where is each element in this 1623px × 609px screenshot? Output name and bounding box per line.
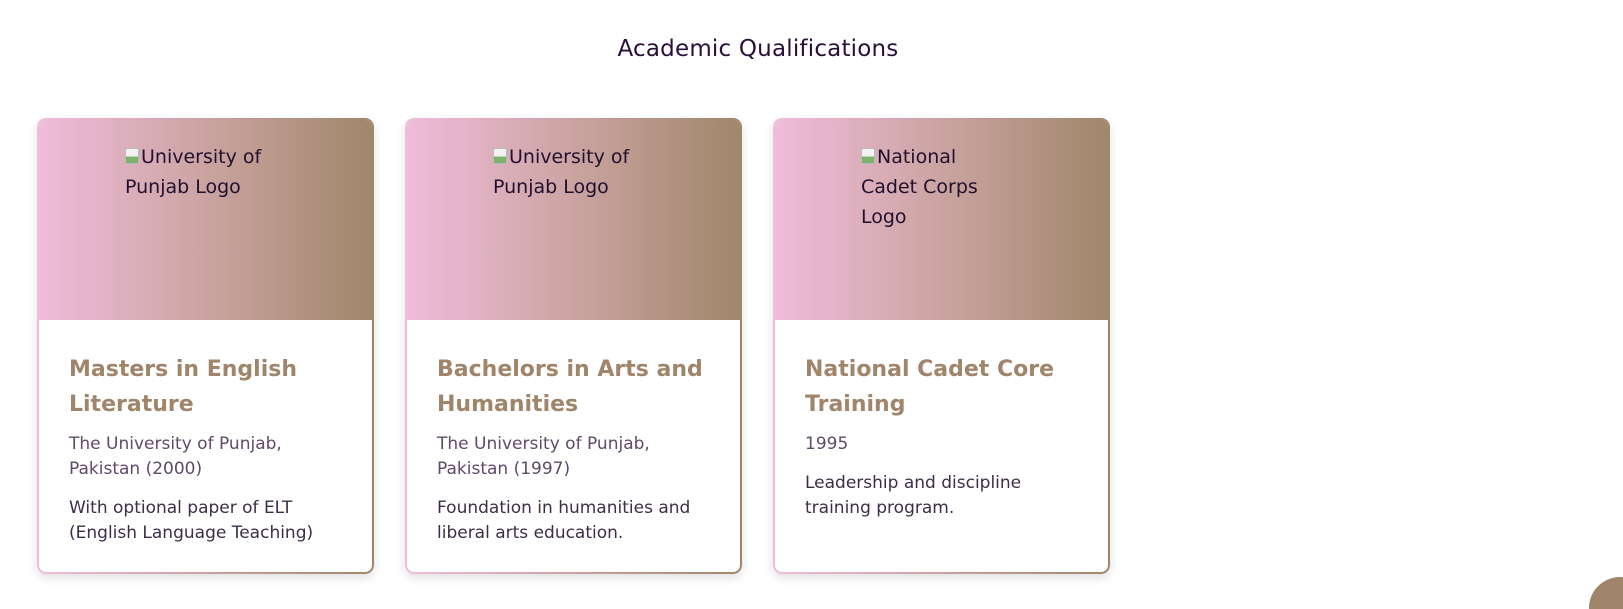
section-title: Academic Qualifications: [617, 36, 899, 62]
card-institution: The University of Punjab, Pakistan (1997…: [437, 434, 650, 479]
scroll-to-top-button[interactable]: [1589, 577, 1623, 609]
card-year: 1995: [805, 434, 849, 454]
logo-alt-text: University of Punjab Logo: [493, 146, 630, 198]
qualification-cards: University of Punjab Logo Masters in Eng…: [37, 118, 1110, 574]
card-logo-area: National Cadet Corps Logo: [775, 120, 1108, 320]
logo-alt-text: National Cadet Corps Logo: [861, 146, 978, 228]
academic-qualifications-section: Academic Qualifications University of Pu…: [0, 0, 1623, 609]
card-logo-area: University of Punjab Logo: [407, 120, 740, 320]
ncc-logo-image: National Cadet Corps Logo: [861, 142, 1011, 232]
card-body: Masters in English Literature The Univer…: [39, 320, 372, 546]
broken-image-icon: [125, 148, 139, 164]
card-title: Masters in English Literature: [69, 357, 298, 417]
card-inner: National Cadet Corps Logo National Cadet…: [775, 120, 1108, 572]
card-title: National Cadet Core Training: [805, 357, 1055, 417]
card-logo-area: University of Punjab Logo: [39, 120, 372, 320]
qualification-card: University of Punjab Logo Masters in Eng…: [37, 118, 374, 574]
card-description: Foundation in humanities and liberal art…: [437, 498, 691, 543]
qualification-card: National Cadet Corps Logo National Cadet…: [773, 118, 1110, 574]
card-body: Bachelors in Arts and Humanities The Uni…: [407, 320, 740, 546]
university-logo-image: University of Punjab Logo: [125, 142, 275, 202]
card-title: Bachelors in Arts and Humanities: [437, 357, 703, 417]
broken-image-icon: [861, 148, 875, 164]
card-inner: University of Punjab Logo Masters in Eng…: [39, 120, 372, 572]
card-description: Leadership and discipline training progr…: [805, 473, 1022, 518]
card-institution: The University of Punjab, Pakistan (2000…: [69, 434, 282, 479]
broken-image-icon: [493, 148, 507, 164]
university-logo-image: University of Punjab Logo: [493, 142, 643, 202]
card-inner: University of Punjab Logo Bachelors in A…: [407, 120, 740, 572]
logo-alt-text: University of Punjab Logo: [125, 146, 262, 198]
card-description: With optional paper of ELT (English Lang…: [69, 498, 314, 543]
card-body: National Cadet Core Training 1995 Leader…: [775, 320, 1108, 521]
qualification-card: University of Punjab Logo Bachelors in A…: [405, 118, 742, 574]
